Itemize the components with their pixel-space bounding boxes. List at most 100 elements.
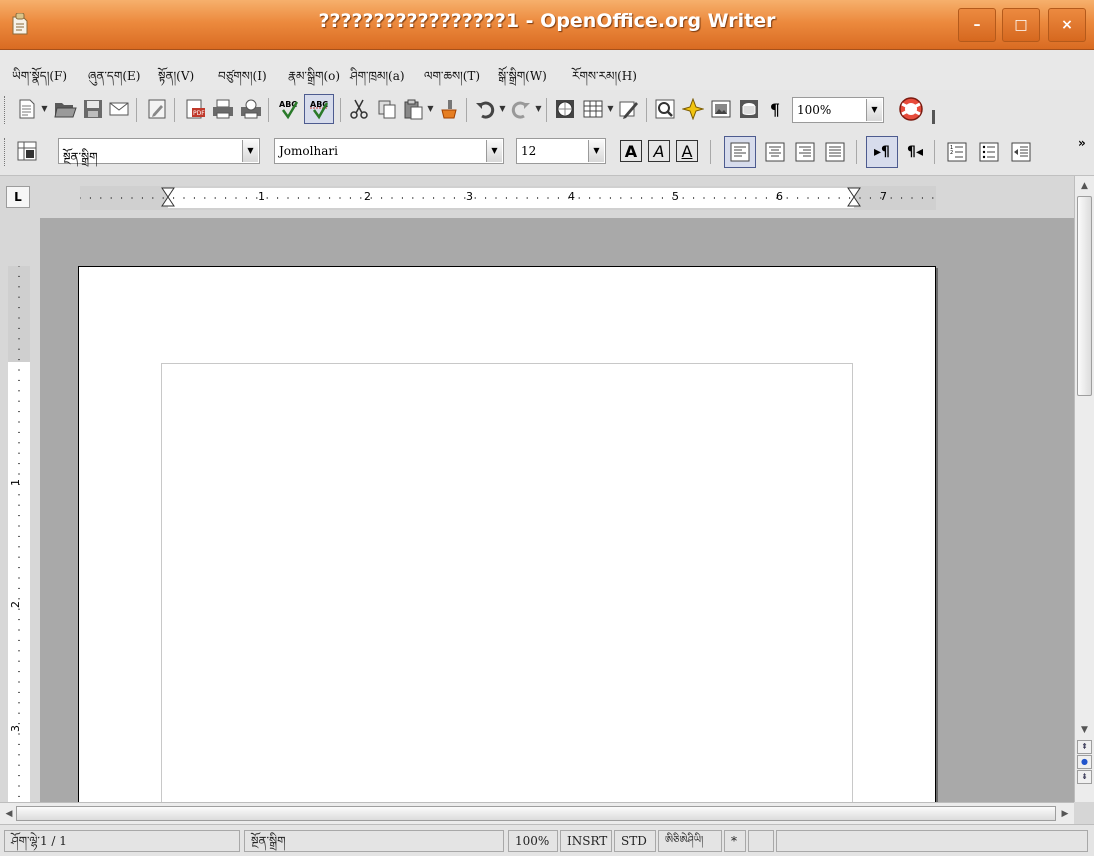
toolbar-overflow-indicator[interactable] [932, 110, 935, 124]
horizontal-ruler[interactable]: 1 2 3 4 5 6 7 [80, 186, 936, 210]
save-icon[interactable] [80, 96, 106, 122]
scroll-right-arrow[interactable]: ▶ [1058, 806, 1072, 822]
status-selection-mode[interactable]: STD [614, 830, 656, 852]
scroll-up-arrow[interactable]: ▲ [1076, 178, 1093, 194]
new-document-icon[interactable] [14, 96, 40, 122]
status-page-style[interactable]: སྔོན་སྒྲིག [244, 830, 504, 852]
zoom-combo[interactable]: 100% ▼ [792, 97, 884, 123]
bold-button[interactable]: A [620, 140, 642, 162]
navigator-icon[interactable] [680, 96, 706, 122]
scroll-down-arrow[interactable]: ▼ [1076, 722, 1093, 738]
paragraph-style-combo[interactable]: སྔོན་སྒྲིག ▼ [58, 138, 260, 164]
right-to-left-button[interactable]: ¶◂ [902, 139, 928, 165]
paragraph-style-dropdown-arrow[interactable]: ▼ [242, 140, 258, 162]
copy-icon[interactable] [374, 96, 400, 122]
left-indent-marker[interactable] [161, 187, 175, 207]
font-size-value: 12 [521, 144, 537, 158]
minimize-button[interactable]: – [958, 8, 996, 42]
open-folder-icon[interactable] [52, 96, 78, 122]
status-modified[interactable]: * [724, 830, 746, 852]
gallery-icon[interactable] [708, 96, 734, 122]
vertical-scroll-thumb[interactable] [1077, 196, 1092, 396]
toolbar-grip[interactable] [4, 96, 8, 124]
separator [546, 98, 547, 122]
ruler-number: 1 [258, 190, 265, 203]
pdf-label: PDF [193, 110, 205, 117]
italic-button[interactable]: A [648, 140, 670, 162]
font-size-dropdown-arrow[interactable]: ▼ [588, 140, 604, 162]
underline-button[interactable]: A [676, 140, 698, 162]
separator [174, 98, 175, 122]
scroll-left-arrow[interactable]: ◀ [2, 806, 16, 822]
ruler-number: 6 [776, 190, 783, 203]
undo-icon[interactable] [472, 96, 498, 122]
maximize-button[interactable]: □ [1002, 8, 1040, 42]
next-page-button[interactable]: ⇟ [1077, 770, 1092, 784]
toolbar-grip[interactable] [4, 138, 8, 166]
justify-button[interactable] [822, 139, 848, 165]
table-dropdown-arrow[interactable]: ▼ [606, 96, 615, 122]
svg-text:2: 2 [950, 150, 953, 156]
align-left-button[interactable] [724, 136, 756, 168]
numbering-button[interactable]: 12 [944, 139, 970, 165]
ruler-number: 2 [364, 190, 371, 203]
status-language[interactable]: ཨིཅིཨེཤིཡི། [658, 830, 722, 852]
new-dropdown-arrow[interactable]: ▼ [40, 96, 49, 122]
navigation-button[interactable]: ● [1077, 755, 1092, 769]
standard-toolbar: ▼ PDF ABC ABC ▼ ▼ ▼ ▼ ¶ 100% ▼ [0, 90, 1094, 130]
decrease-indent-button[interactable] [1008, 139, 1034, 165]
title-bar[interactable]: ?????????????????1 - OpenOffice.org Writ… [0, 0, 1094, 50]
font-name-combo[interactable]: Jomolhari ▼ [274, 138, 504, 164]
font-size-combo[interactable]: 12 ▼ [516, 138, 606, 164]
status-signature[interactable] [748, 830, 774, 852]
status-insert-mode[interactable]: INSRT [560, 830, 612, 852]
toolbar-overflow-button[interactable]: » [1078, 136, 1086, 150]
paste-dropdown-arrow[interactable]: ▼ [426, 96, 435, 122]
undo-dropdown-arrow[interactable]: ▼ [498, 96, 507, 122]
separator [710, 140, 711, 164]
ruler-number: 1 [9, 479, 22, 486]
tab-stop-selector[interactable]: L [6, 186, 30, 208]
text-boundary[interactable] [161, 363, 853, 802]
page-preview-icon[interactable] [238, 96, 264, 122]
redo-icon[interactable] [508, 96, 534, 122]
autospellcheck-icon[interactable]: ABC [304, 94, 334, 124]
email-icon[interactable] [106, 96, 132, 122]
close-button[interactable]: × [1048, 8, 1086, 42]
align-center-button[interactable] [762, 139, 788, 165]
draw-functions-icon[interactable] [616, 96, 642, 122]
formatting-marks-icon[interactable]: ¶ [762, 96, 788, 122]
vertical-scrollbar[interactable]: ▲ ▼ ⇞ ● ⇟ [1074, 176, 1094, 802]
align-right-button[interactable] [792, 139, 818, 165]
styles-formatting-icon[interactable] [14, 138, 40, 164]
previous-page-button[interactable]: ⇞ [1077, 740, 1092, 754]
bullets-button[interactable] [976, 139, 1002, 165]
print-icon[interactable] [210, 96, 236, 122]
horizontal-scroll-thumb[interactable] [16, 806, 1056, 821]
zoom-value: 100% [797, 103, 832, 117]
zoom-dropdown-arrow[interactable]: ▼ [866, 99, 882, 121]
document-page[interactable] [78, 266, 936, 802]
data-sources-icon[interactable] [736, 96, 762, 122]
left-to-right-button[interactable]: ▸¶ [866, 136, 898, 168]
cut-icon[interactable] [346, 96, 372, 122]
status-page[interactable]: ཤོག་ལྷེ་1 / 1 [4, 830, 240, 852]
ruler-number: 3 [9, 725, 22, 732]
hyperlink-icon[interactable] [552, 96, 578, 122]
table-icon[interactable] [580, 96, 606, 122]
vertical-ruler[interactable]: 1 2 3 [8, 266, 30, 802]
paste-icon[interactable] [400, 96, 426, 122]
status-zoom[interactable]: 100% [508, 830, 558, 852]
find-replace-icon[interactable] [652, 96, 678, 122]
help-icon[interactable] [896, 94, 926, 124]
export-pdf-icon[interactable]: PDF [182, 96, 208, 122]
format-paintbrush-icon[interactable] [436, 96, 462, 122]
edit-file-icon[interactable] [144, 96, 170, 122]
spellcheck-icon[interactable]: ABC [276, 96, 302, 122]
document-workspace[interactable] [40, 218, 1074, 802]
status-bar: ཤོག་ལྷེ་1 / 1 སྔོན་སྒྲིག 100% INSRT STD … [0, 824, 1094, 856]
font-name-dropdown-arrow[interactable]: ▼ [486, 140, 502, 162]
horizontal-scrollbar[interactable]: ◀ ▶ [0, 802, 1074, 824]
redo-dropdown-arrow[interactable]: ▼ [534, 96, 543, 122]
status-info [776, 830, 1088, 852]
